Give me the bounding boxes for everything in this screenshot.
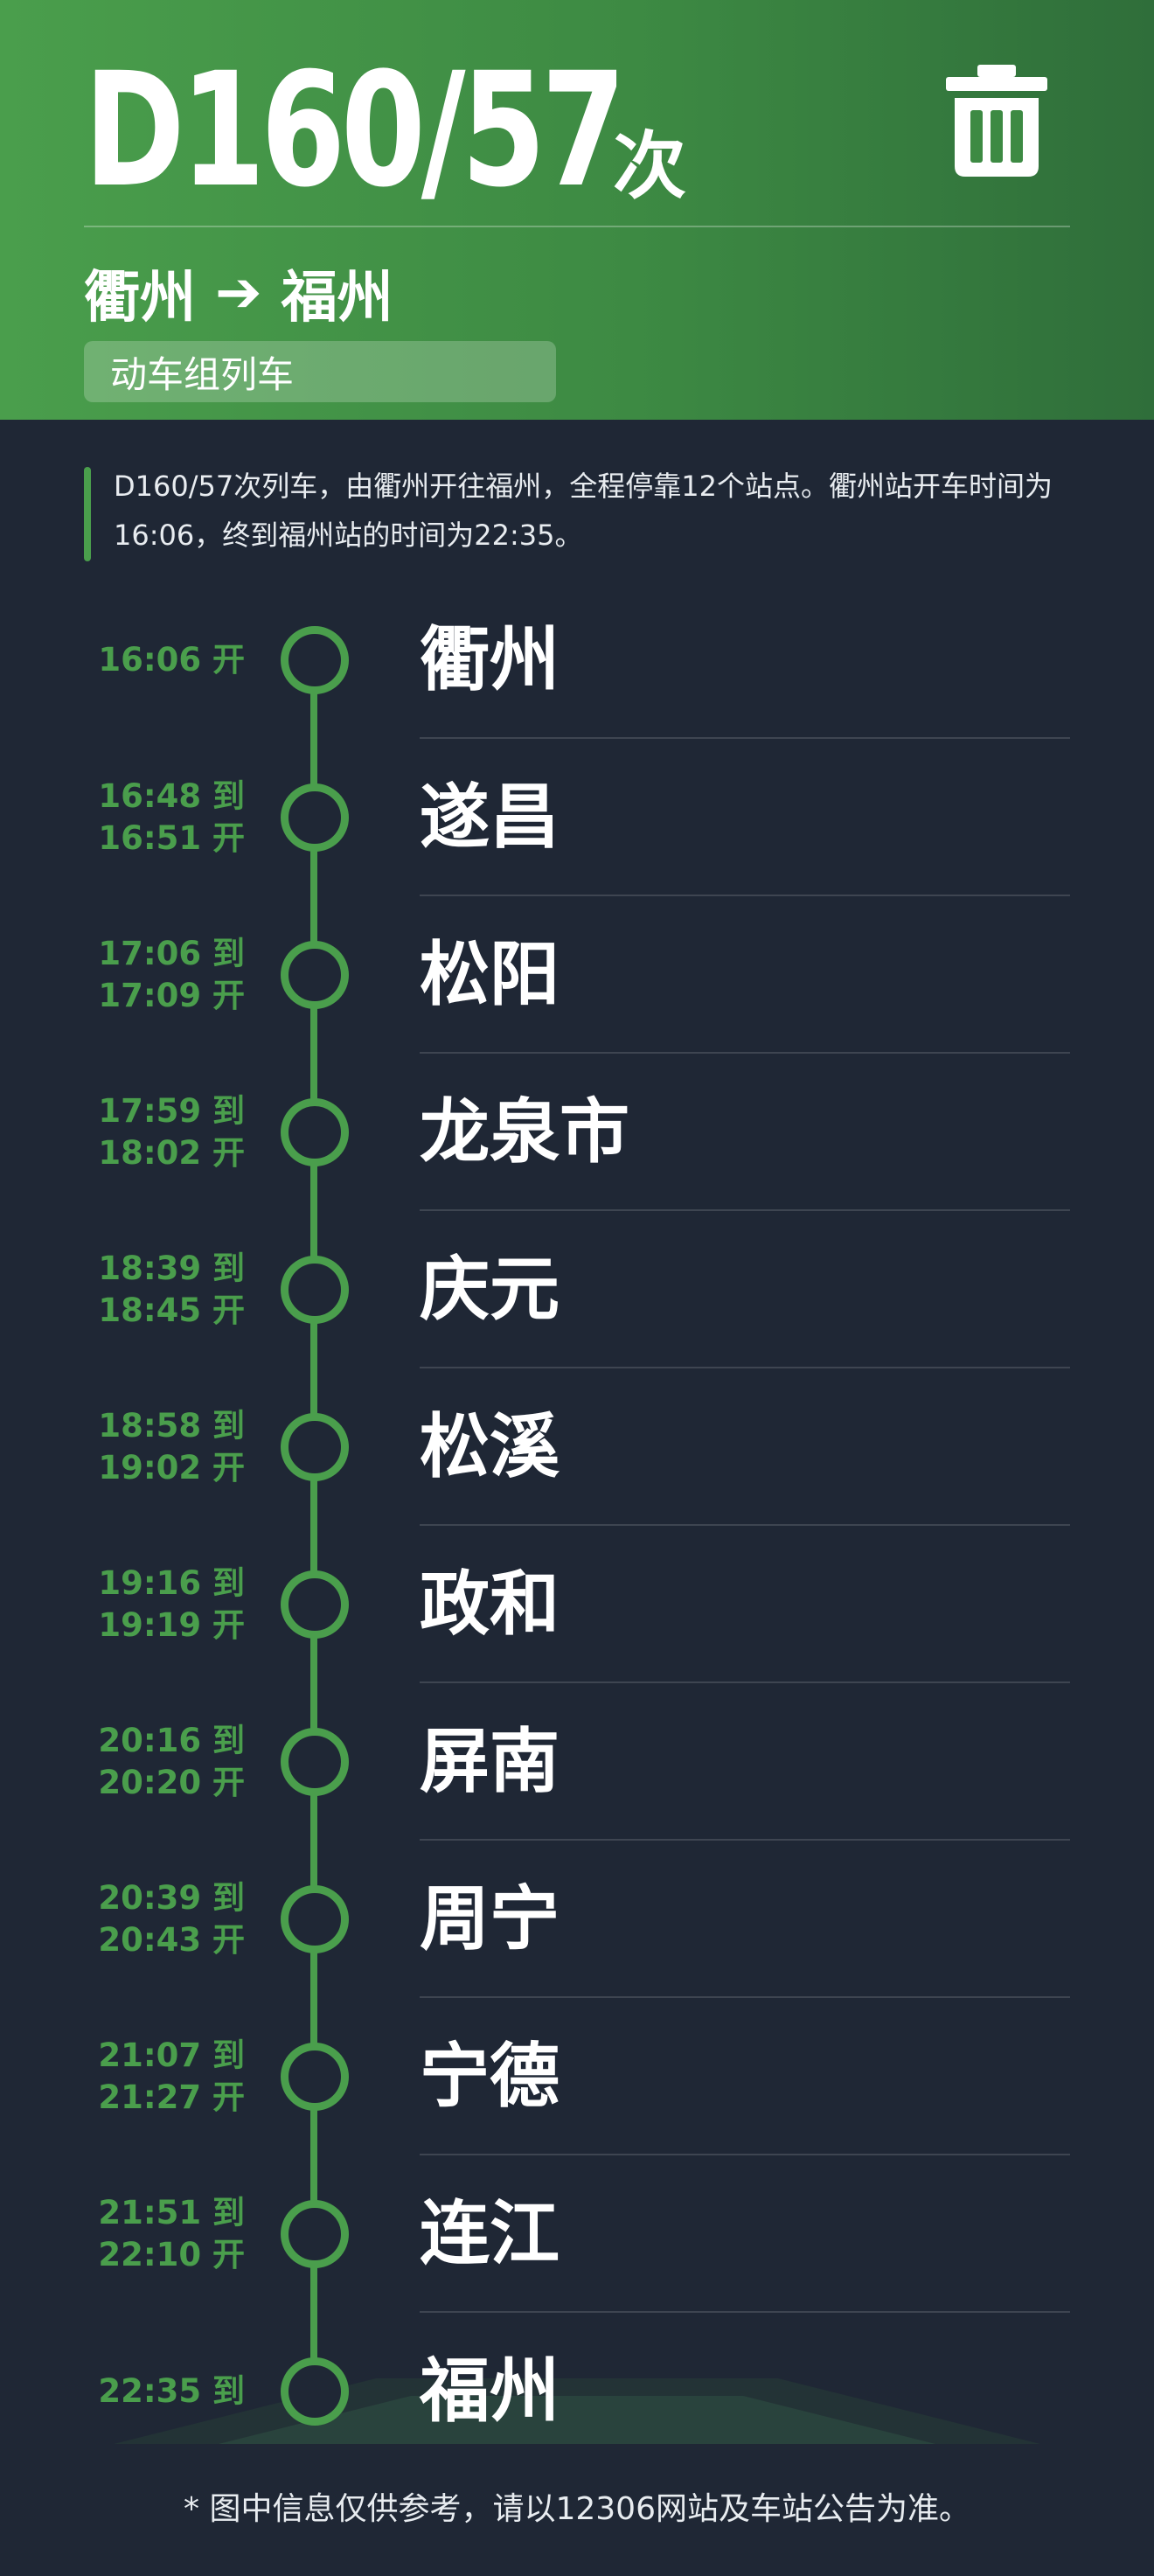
stop-times: 20:39 到 20:43 开	[79, 1877, 245, 1961]
train-type-badge: 动车组列车	[84, 341, 556, 402]
station-name: 松阳	[420, 934, 560, 1015]
stop-time-line1: 16:06 开	[98, 641, 245, 679]
stop-time-line2: 18:02 开	[98, 1134, 245, 1172]
stop-marker-icon	[281, 2043, 349, 2111]
stop-marker-icon	[281, 2357, 349, 2426]
train-number: D160/57	[84, 39, 626, 222]
stop-time-line2: 22:10 开	[98, 2236, 245, 2273]
stop-time-line1: 19:16 到	[98, 1564, 245, 1602]
stop-time-line1: 21:07 到	[98, 2036, 245, 2074]
station-name: 庆元	[420, 1249, 560, 1330]
stop-marker-icon	[281, 1413, 349, 1481]
station-name: 连江	[420, 2193, 560, 2274]
stop-row: 20:39 到 20:43 开 周宁	[0, 1841, 1154, 1998]
stop-marker-icon	[281, 783, 349, 852]
stop-times: 16:48 到 16:51 开	[79, 776, 245, 860]
station-name: 宁德	[420, 2036, 560, 2117]
station-name: 遂昌	[420, 776, 560, 858]
stop-row: 17:06 到 17:09 开 松阳	[0, 896, 1154, 1054]
stop-row: 22:35 到 福州	[0, 2313, 1154, 2470]
arrow-right-icon: ➔	[215, 261, 262, 325]
train-number-suffix: 次	[613, 123, 687, 209]
stop-row: 16:48 到 16:51 开 遂昌	[0, 739, 1154, 896]
stop-time-line1: 21:51 到	[98, 2194, 245, 2231]
stop-times: 20:16 到 20:20 开	[79, 1720, 245, 1804]
stop-row: 16:06 开 衢州	[0, 581, 1154, 739]
station-name: 松溪	[420, 1406, 560, 1487]
trash-icon[interactable]	[946, 63, 1047, 178]
station-name: 龙泉市	[420, 1091, 629, 1173]
stop-marker-icon	[281, 1098, 349, 1166]
station-name: 政和	[420, 1563, 560, 1645]
stop-time-line1: 18:39 到	[98, 1250, 245, 1287]
train-title: D160/57 次	[84, 35, 686, 210]
stop-row: 21:07 到 21:27 开 宁德	[0, 1998, 1154, 2155]
stop-time-line1: 20:16 到	[98, 1722, 245, 1759]
stop-marker-icon	[281, 1728, 349, 1796]
train-type-label: 动车组列车	[110, 352, 295, 396]
stop-marker-icon	[281, 1570, 349, 1639]
stop-times: 18:58 到 19:02 开	[79, 1405, 245, 1489]
stop-row: 20:16 到 20:20 开 屏南	[0, 1683, 1154, 1841]
stop-time-line2: 19:02 开	[98, 1449, 245, 1486]
route-destination: 福州	[281, 266, 393, 331]
stop-row: 19:16 到 19:19 开 政和	[0, 1526, 1154, 1683]
stop-marker-icon	[281, 1256, 349, 1324]
stop-marker-icon	[281, 2200, 349, 2268]
stop-row: 21:51 到 22:10 开 连江	[0, 2155, 1154, 2313]
stop-marker-icon	[281, 1885, 349, 1953]
stop-times: 17:59 到 18:02 开	[79, 1090, 245, 1174]
summary-accent-bar	[84, 467, 91, 561]
stop-time-line1: 17:59 到	[98, 1092, 245, 1130]
stop-row: 17:59 到 18:02 开 龙泉市	[0, 1054, 1154, 1211]
stop-time-line2: 16:51 开	[98, 819, 245, 857]
stop-time-line1: 16:48 到	[98, 777, 245, 815]
stop-times: 21:51 到 22:10 开	[79, 2192, 245, 2276]
stop-times: 16:06 开	[79, 639, 245, 681]
disclaimer-footnote: * 图中信息仅供参考，请以12306网站及车站公告为准。	[184, 2491, 970, 2527]
stop-row: 18:58 到 19:02 开 松溪	[0, 1368, 1154, 1526]
stop-time-line2: 20:20 开	[98, 1764, 245, 1801]
stop-time-line1: 20:39 到	[98, 1879, 245, 1917]
stop-time-line2: 19:19 开	[98, 1606, 245, 1644]
summary-text: D160/57次列车，由衢州开往福州，全程停靠12个站点。衢州站开车时间为16:…	[114, 470, 1053, 552]
stop-marker-icon	[281, 626, 349, 694]
route: 衢州 ➔ 福州	[84, 254, 393, 332]
stop-times: 18:39 到 18:45 开	[79, 1248, 245, 1332]
stop-times: 21:07 到 21:27 开	[79, 2035, 245, 2119]
stop-time-line2: 21:27 开	[98, 2078, 245, 2116]
stop-marker-icon	[281, 941, 349, 1009]
header-divider	[84, 226, 1070, 227]
stop-times: 22:35 到	[79, 2371, 245, 2412]
stop-time-line2: 18:45 开	[98, 1291, 245, 1329]
train-header: D160/57 次 衢州 ➔ 福州 动车组列车	[0, 0, 1154, 420]
station-name: 衢州	[420, 619, 560, 700]
route-origin: 衢州	[84, 266, 196, 331]
stop-row: 18:39 到 18:45 开 庆元	[0, 1211, 1154, 1368]
stop-times: 19:16 到 19:19 开	[79, 1563, 245, 1647]
stop-time-line2: 17:09 开	[98, 977, 245, 1014]
stop-time-line1: 18:58 到	[98, 1407, 245, 1445]
stop-times: 17:06 到 17:09 开	[79, 933, 245, 1017]
station-name: 屏南	[420, 1721, 560, 1802]
stop-time-line2: 20:43 开	[98, 1921, 245, 1959]
station-name: 福州	[420, 2350, 560, 2432]
stop-time-line1: 22:35 到	[98, 2372, 245, 2410]
stop-time-line1: 17:06 到	[98, 935, 245, 972]
station-name: 周宁	[420, 1878, 560, 1960]
